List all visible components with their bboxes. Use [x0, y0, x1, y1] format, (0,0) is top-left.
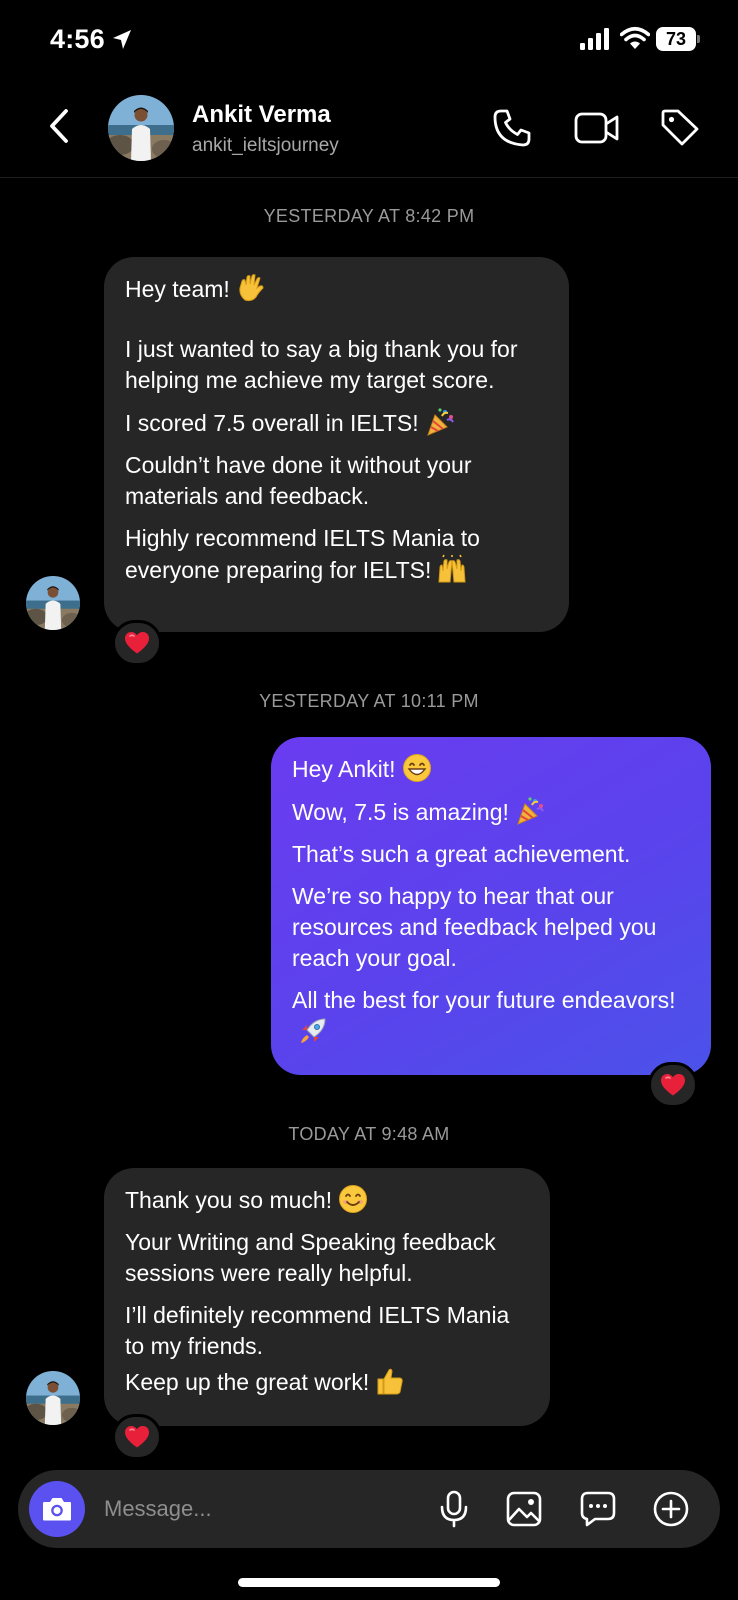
- heart-reaction[interactable]: [648, 1062, 698, 1108]
- timestamp: YESTERDAY AT 8:42 PM: [263, 206, 475, 226]
- sender-avatar[interactable]: [26, 1371, 80, 1425]
- message-line: That’s such a great achievement.: [292, 841, 631, 867]
- gallery-icon[interactable]: [505, 1490, 543, 1528]
- contact-name[interactable]: Ankit Verma: [192, 101, 331, 129]
- message-line: I just wanted to say a big thank you for…: [125, 336, 518, 393]
- thumbs-up-icon: [375, 1366, 405, 1396]
- rocket-icon: [298, 1016, 328, 1046]
- heart-icon: [660, 1073, 686, 1097]
- message-line: Your Writing and Speaking feedback sessi…: [125, 1229, 496, 1286]
- tag-icon[interactable]: [660, 108, 700, 148]
- message-line: Thank you so much!: [125, 1184, 529, 1216]
- battery-cap: [697, 35, 700, 43]
- heart-reaction[interactable]: [112, 620, 162, 666]
- message-line: Couldn’t have done it without your mater…: [125, 452, 472, 509]
- chat-header: Ankit Verma ankit_ieltsjourney: [0, 80, 738, 178]
- status-bar: 4:56 73: [0, 0, 738, 80]
- camera-button[interactable]: [29, 1481, 85, 1537]
- message-line: I scored 7.5 overall in IELTS!: [125, 407, 548, 439]
- home-indicator[interactable]: [238, 1578, 500, 1587]
- location-arrow-icon: [113, 30, 131, 49]
- incoming-message-bubble[interactable]: Hey team! I just wanted to say a big tha…: [104, 257, 569, 632]
- heart-reaction[interactable]: [112, 1414, 162, 1460]
- message-line: We’re so happy to hear that our resource…: [292, 883, 657, 971]
- video-call-icon[interactable]: [574, 110, 620, 146]
- message-line: Wow, 7.5 is amazing!: [292, 796, 690, 828]
- raising-hands-icon: [437, 554, 467, 584]
- outgoing-message-bubble[interactable]: Hey Ankit! Wow, 7.5 is amazing! That’s s…: [271, 737, 711, 1075]
- grinning-face-icon: [402, 753, 432, 783]
- incoming-message-bubble[interactable]: Thank you so much! Your Writing and Spea…: [104, 1168, 550, 1426]
- message-line: Keep up the great work!: [125, 1366, 529, 1398]
- contact-handle[interactable]: ankit_ieltsjourney: [192, 135, 339, 157]
- timestamp: YESTERDAY AT 10:11 PM: [259, 691, 479, 711]
- message-line: I’ll definitely recommend IELTS Mania to…: [125, 1302, 510, 1359]
- battery-level: 73: [656, 27, 696, 51]
- battery-indicator: 73: [656, 27, 700, 51]
- microphone-icon[interactable]: [435, 1490, 473, 1528]
- message-line: Highly recommend IELTS Mania to everyone…: [125, 525, 480, 584]
- timestamp: TODAY AT 9:48 AM: [288, 1124, 450, 1144]
- message-line: Hey Ankit!: [292, 753, 690, 785]
- sender-avatar[interactable]: [26, 576, 80, 630]
- add-icon[interactable]: [652, 1490, 690, 1528]
- contact-avatar[interactable]: [108, 95, 174, 161]
- heart-icon: [124, 1425, 150, 1449]
- smiling-face-icon: [338, 1184, 368, 1214]
- message-line: All the best for your future endeavors!: [292, 985, 690, 1048]
- back-chevron-icon[interactable]: [44, 106, 74, 146]
- party-popper-icon: [425, 407, 455, 437]
- message-composer: [18, 1470, 720, 1548]
- message-input[interactable]: [104, 1490, 404, 1528]
- cellular-signal-icon: [580, 28, 609, 50]
- sticker-chat-icon[interactable]: [579, 1490, 617, 1528]
- waving-hand-icon: [236, 273, 266, 303]
- status-time: 4:56: [50, 24, 105, 54]
- phone-call-icon[interactable]: [492, 108, 532, 148]
- wifi-icon: [620, 26, 650, 49]
- party-popper-icon: [515, 796, 545, 826]
- heart-icon: [124, 631, 150, 655]
- message-line: Hey team!: [125, 273, 548, 305]
- camera-icon: [43, 1498, 71, 1521]
